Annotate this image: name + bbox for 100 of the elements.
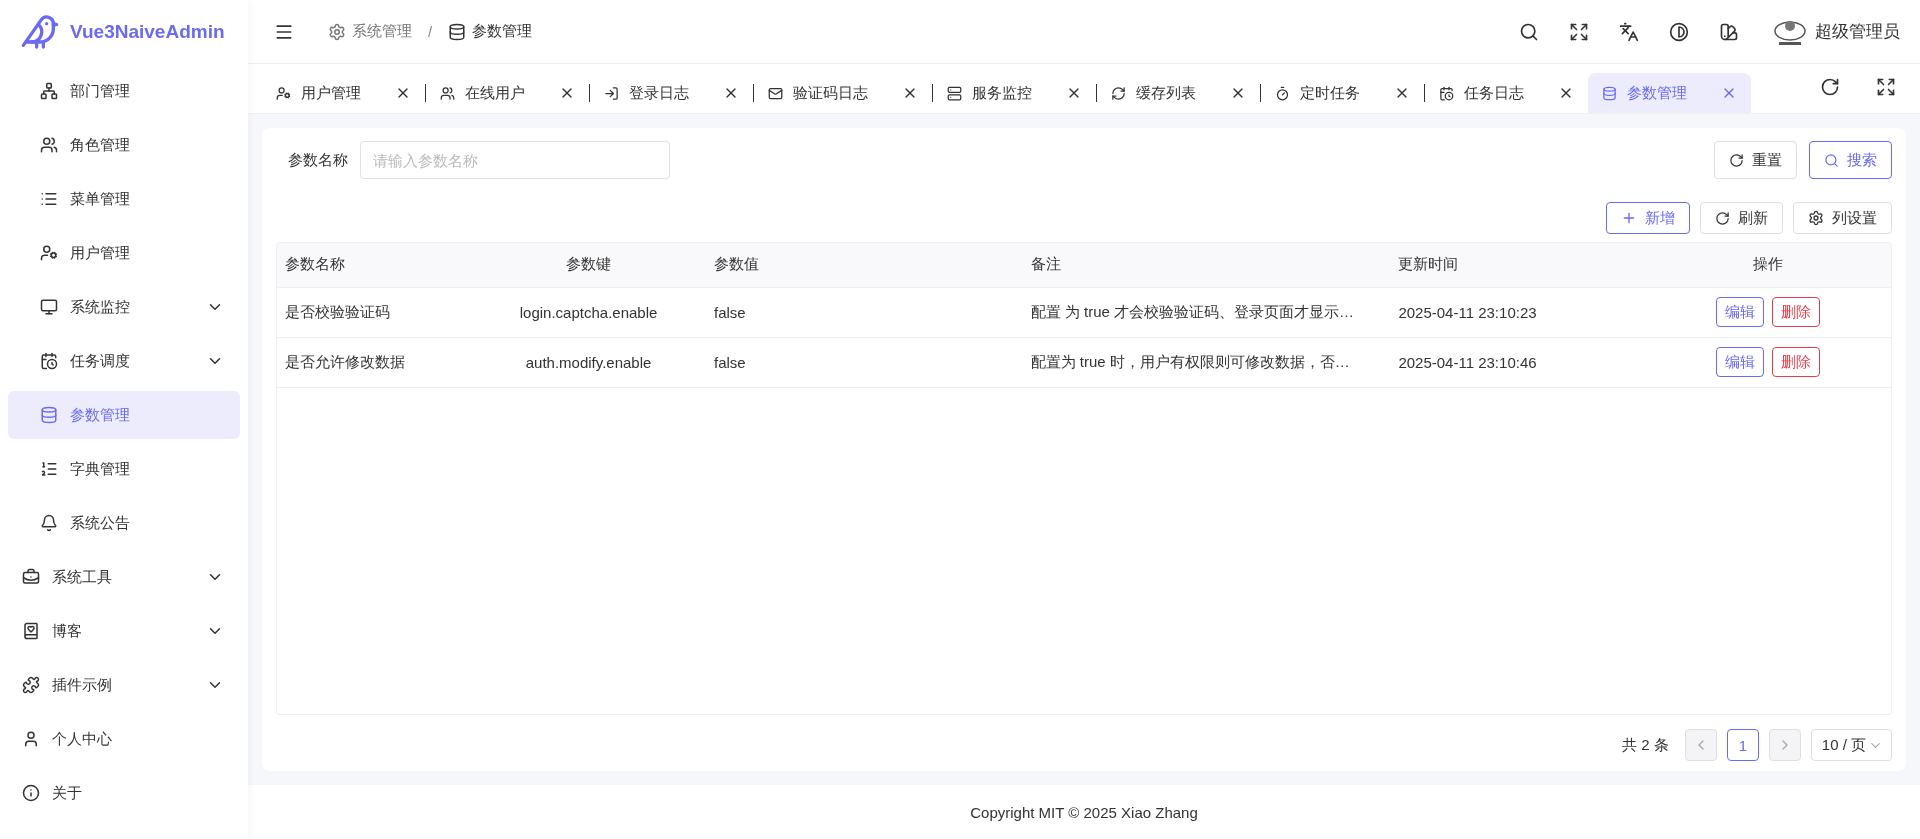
sidebar-item-label: 参数管理 bbox=[70, 405, 131, 425]
database-icon bbox=[448, 22, 467, 41]
bird-logo-icon bbox=[20, 12, 60, 52]
sidebar-item-label: 关于 bbox=[52, 783, 83, 803]
sidebar-item-label: 菜单管理 bbox=[70, 189, 131, 209]
tab-label: 缓存列表 bbox=[1136, 83, 1196, 103]
delete-button[interactable]: 删除 bbox=[1772, 297, 1821, 327]
tab-label: 在线用户 bbox=[465, 83, 525, 103]
timer-icon bbox=[1275, 85, 1290, 101]
table-cell: false bbox=[706, 287, 1023, 337]
list-icon bbox=[40, 190, 58, 208]
table-cell: 是否校验验证码 bbox=[277, 287, 472, 337]
brand-name: Vue3NaiveAdmin bbox=[70, 21, 225, 43]
users-icon bbox=[440, 85, 455, 101]
sidebar-item-label: 用户管理 bbox=[70, 243, 131, 263]
sidebar-item[interactable]: 博客 bbox=[8, 607, 240, 655]
sidebar-item-label: 部门管理 bbox=[70, 81, 131, 101]
sidebar-item[interactable]: 关于 bbox=[8, 769, 240, 817]
sidebar-item[interactable]: 系统监控 bbox=[8, 283, 240, 331]
ordered-list-icon bbox=[40, 460, 58, 478]
tab-label: 登录日志 bbox=[629, 83, 689, 103]
page-tab[interactable]: 参数管理 bbox=[1588, 73, 1751, 113]
tab-label: 用户管理 bbox=[301, 83, 361, 103]
sidebar-item[interactable]: 插件示例 bbox=[8, 661, 240, 709]
sidebar-item-label: 博客 bbox=[52, 621, 83, 641]
sidebar-item-label: 插件示例 bbox=[52, 675, 113, 695]
user-name[interactable]: 超级管理员 bbox=[1815, 20, 1900, 43]
reset-button[interactable]: 重置 bbox=[1714, 141, 1797, 179]
column-header: 更新时间 bbox=[1390, 243, 1646, 287]
sidebar-item[interactable]: 任务调度 bbox=[8, 337, 240, 385]
refresh-icon bbox=[1715, 210, 1730, 226]
breadcrumb-link[interactable]: 系统管理 bbox=[328, 22, 412, 41]
briefcase-icon bbox=[22, 568, 40, 586]
total-count: 共 2 条 bbox=[1622, 735, 1669, 755]
table-cell: 配置 为 true 才会校验验证码、登录页面才显示… bbox=[1022, 287, 1391, 337]
database-icon bbox=[40, 406, 58, 424]
contrast-icon bbox=[1669, 21, 1689, 42]
plus-icon bbox=[1621, 210, 1637, 226]
column-header: 操作 bbox=[1645, 243, 1891, 287]
server-icon bbox=[947, 85, 962, 101]
sidebar-item-label: 字典管理 bbox=[70, 459, 131, 479]
refresh-icon bbox=[1820, 77, 1840, 97]
users-icon bbox=[40, 136, 58, 154]
input-field[interactable]: 请输入参数名称 bbox=[360, 141, 670, 179]
page-size-select[interactable]: 10 / 页 bbox=[1810, 729, 1892, 761]
tab-label: 定时任务 bbox=[1300, 83, 1360, 103]
sidebar-item[interactable]: 个人中心 bbox=[8, 715, 240, 763]
sidebar-item[interactable]: 用户管理 bbox=[8, 229, 240, 277]
refresh-icon bbox=[1729, 152, 1744, 168]
edit-button[interactable]: 编辑 bbox=[1716, 297, 1765, 327]
page-button[interactable]: 1 bbox=[1726, 729, 1759, 761]
page-tab[interactable]: 在线用户 bbox=[426, 73, 589, 113]
sidebar-item-label: 个人中心 bbox=[52, 729, 113, 749]
user-cog-icon bbox=[40, 244, 58, 262]
column-header: 备注 bbox=[1022, 243, 1391, 287]
sidebar-item-label: 系统监控 bbox=[70, 297, 131, 317]
tab-label: 验证码日志 bbox=[793, 83, 868, 103]
expand-icon bbox=[1569, 21, 1589, 42]
user-icon bbox=[22, 730, 40, 748]
breadcrumb-separator: / bbox=[428, 23, 433, 40]
sidebar-item-label: 角色管理 bbox=[70, 135, 131, 155]
bell-icon bbox=[40, 514, 58, 532]
column-settings-button[interactable]: 列设置 bbox=[1793, 202, 1892, 234]
table-cell: 2025-04-11 23:10:46 bbox=[1390, 337, 1646, 387]
table-cell: login.captcha.enable bbox=[471, 287, 706, 337]
table-cell: 2025-04-11 23:10:23 bbox=[1390, 287, 1646, 337]
sidebar-item[interactable]: 角色管理 bbox=[8, 121, 240, 169]
column-header: 参数值 bbox=[706, 243, 1023, 287]
sidebar-item[interactable]: 系统工具 bbox=[8, 553, 240, 601]
info-icon bbox=[22, 784, 40, 802]
sidebar-item[interactable]: 菜单管理 bbox=[8, 175, 240, 223]
tab-label: 服务监控 bbox=[972, 83, 1032, 103]
refresh-button[interactable]: 刷新 bbox=[1700, 202, 1783, 234]
page-tab[interactable]: 定时任务 bbox=[1261, 73, 1424, 113]
page-tab[interactable]: 登录日志 bbox=[590, 73, 753, 113]
login-icon bbox=[604, 85, 619, 101]
sidebar-item[interactable]: 字典管理 bbox=[8, 445, 240, 493]
monitor-icon bbox=[40, 298, 58, 316]
sidebar-item[interactable]: 部门管理 bbox=[8, 67, 240, 115]
expand-icon bbox=[1876, 77, 1896, 97]
breadcrumb-link[interactable]: 参数管理 bbox=[448, 22, 533, 41]
calendar-clock-icon bbox=[40, 352, 58, 370]
sidebar-item[interactable]: 系统公告 bbox=[8, 499, 240, 547]
page-tab[interactable]: 验证码日志 bbox=[754, 73, 932, 113]
delete-button[interactable]: 删除 bbox=[1772, 347, 1821, 377]
column-header: 参数名称 bbox=[277, 243, 472, 287]
tab-label: 任务日志 bbox=[1464, 83, 1524, 103]
add-button[interactable]: 新增 bbox=[1606, 202, 1690, 234]
page-tab[interactable]: 缓存列表 bbox=[1097, 73, 1260, 113]
network-icon bbox=[40, 82, 58, 100]
page-tab[interactable]: 服务监控 bbox=[933, 73, 1096, 113]
table-cell: auth.modify.enable bbox=[471, 337, 706, 387]
page-tab[interactable]: 用户管理 bbox=[262, 73, 425, 113]
search-submit-button[interactable]: 搜索 bbox=[1809, 141, 1892, 179]
book-heart-icon bbox=[22, 622, 40, 640]
puzzle-icon bbox=[22, 676, 40, 694]
sidebar-item-label: 任务调度 bbox=[70, 351, 131, 371]
sidebar-item[interactable]: 参数管理 bbox=[8, 391, 240, 439]
edit-button[interactable]: 编辑 bbox=[1716, 347, 1765, 377]
page-tab[interactable]: 任务日志 bbox=[1425, 73, 1588, 113]
